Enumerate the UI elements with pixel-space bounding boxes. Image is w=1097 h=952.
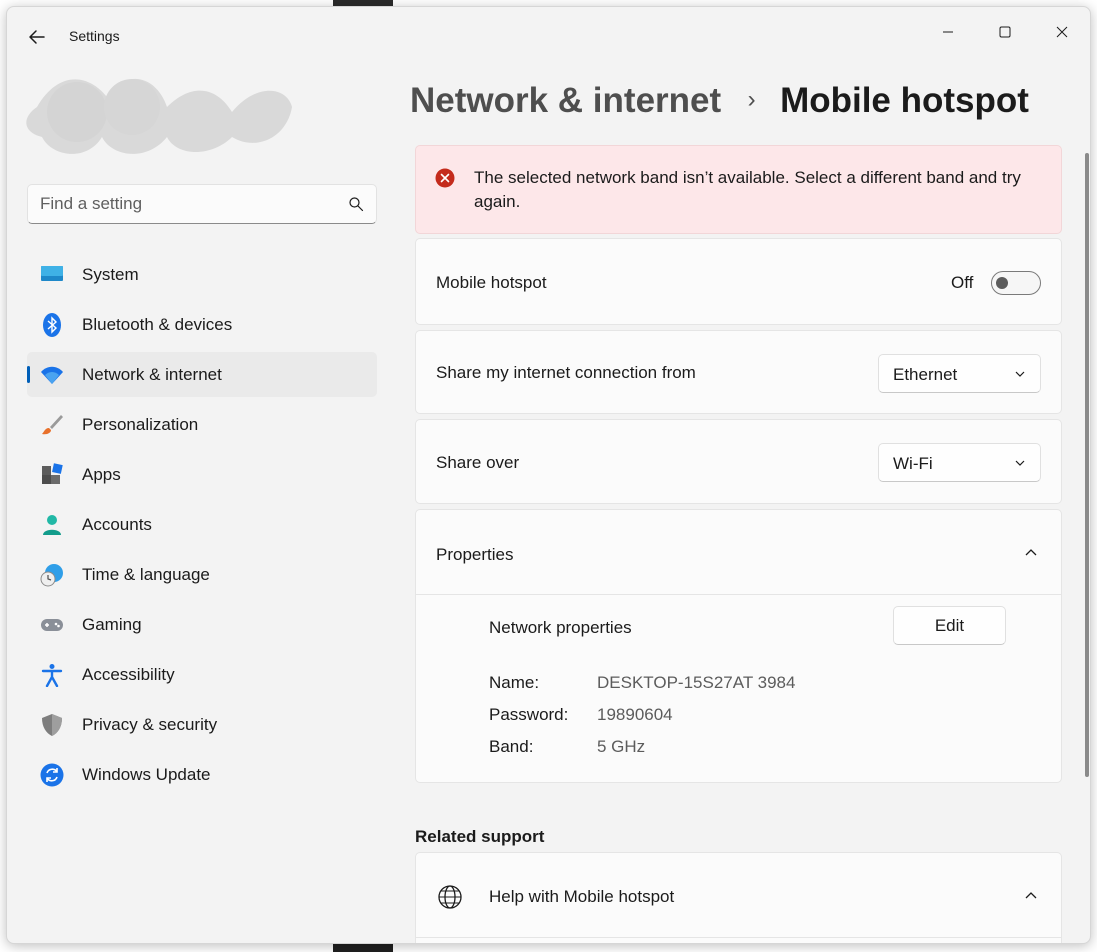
share-from-card: Share my internet connection from Ethern…: [415, 330, 1062, 414]
divider: [416, 937, 1061, 938]
password-value: 19890604: [597, 705, 673, 724]
sidebar-item-label: Personalization: [82, 415, 199, 434]
windows-update-icon: [40, 763, 64, 787]
globe-icon: [438, 885, 462, 909]
sidebar-item-label: Time & language: [82, 565, 210, 584]
redacted-profile: [26, 78, 293, 154]
name-key: Name:: [489, 673, 540, 692]
band-key: Band:: [489, 737, 534, 756]
sidebar-item-accessibility[interactable]: Accessibility: [27, 652, 377, 697]
breadcrumb-parent[interactable]: Network & internet: [410, 81, 721, 120]
chevron-down-icon: [1015, 371, 1025, 377]
properties-label: Properties: [436, 545, 514, 564]
brush-icon: [42, 415, 63, 435]
error-icon: [435, 168, 455, 188]
properties-card: Properties Network properties Edit Name:…: [415, 509, 1062, 783]
wifi-icon: [41, 366, 63, 384]
sidebar-item-label: Windows Update: [82, 765, 211, 784]
chevron-down-icon: [1015, 460, 1025, 466]
share-over-dropdown[interactable]: Wi-Fi: [878, 443, 1041, 482]
maximize-icon: [999, 26, 1011, 38]
sidebar-item-time-language[interactable]: Time & language: [27, 552, 377, 597]
network-properties-label: Network properties: [489, 618, 632, 637]
minimize-icon: [943, 31, 953, 33]
sidebar-item-privacy[interactable]: Privacy & security: [27, 702, 377, 747]
toggle-state-text: Off: [951, 273, 974, 292]
sidebar-item-label: Gaming: [82, 615, 142, 634]
share-from-label: Share my internet connection from: [436, 363, 696, 382]
search-box[interactable]: [27, 184, 377, 224]
name-value: DESKTOP-15S27AT 3984: [597, 673, 796, 692]
close-icon: [1056, 26, 1068, 38]
close-button[interactable]: [1039, 17, 1085, 49]
breadcrumb: Network & internet › Mobile hotspot: [410, 81, 1029, 121]
dropdown-value: Ethernet: [893, 365, 958, 384]
back-button[interactable]: [23, 23, 51, 51]
mobile-hotspot-card: Mobile hotspot Off: [415, 238, 1062, 325]
search-icon: [349, 197, 364, 212]
sidebar-item-windows-update[interactable]: Windows Update: [27, 752, 377, 797]
apps-icon: [42, 463, 63, 484]
edit-button[interactable]: Edit: [893, 606, 1006, 645]
error-infobar: The selected network band isn’t availabl…: [415, 145, 1062, 234]
error-message: The selected network band isn’t availabl…: [474, 168, 1021, 211]
minimize-button[interactable]: [925, 17, 971, 49]
chevron-up-icon[interactable]: [1024, 545, 1038, 559]
page-title: Mobile hotspot: [780, 81, 1029, 120]
sidebar-item-label: Privacy & security: [82, 715, 218, 734]
chevron-up-icon[interactable]: [1024, 888, 1038, 902]
bluetooth-icon: [43, 313, 61, 337]
accounts-icon: [43, 515, 61, 535]
system-icon: [41, 266, 63, 281]
band-value: 5 GHz: [597, 737, 646, 756]
sidebar-item-apps[interactable]: Apps: [27, 452, 377, 497]
shield-icon: [42, 714, 62, 736]
sidebar-item-label: Apps: [82, 465, 121, 484]
title-bar: Settings: [7, 7, 1090, 53]
search-input[interactable]: [40, 185, 330, 223]
back-arrow-icon: [29, 30, 45, 44]
password-key: Password:: [489, 705, 569, 724]
divider: [416, 594, 1061, 595]
share-over-label: Share over: [436, 453, 520, 472]
share-over-card: Share over Wi-Fi: [415, 419, 1062, 504]
settings-window: Settings System: [6, 6, 1091, 944]
sidebar-item-label: Accounts: [82, 515, 152, 534]
accessibility-icon: [41, 664, 63, 687]
sidebar-item-accounts[interactable]: Accounts: [27, 502, 377, 547]
sidebar-item-personalization[interactable]: Personalization: [27, 402, 377, 447]
app-title: Settings: [69, 28, 120, 44]
sidebar-item-system[interactable]: System: [27, 252, 377, 297]
mobile-hotspot-label: Mobile hotspot: [436, 273, 547, 292]
sidebar-item-gaming[interactable]: Gaming: [27, 602, 377, 647]
sidebar-nav: System Bluetooth & devices Network & int…: [27, 252, 377, 802]
breadcrumb-separator: ›: [747, 86, 756, 113]
dropdown-value: Wi-Fi: [893, 454, 933, 473]
time-language-icon: [40, 564, 63, 587]
sidebar-item-label: Bluetooth & devices: [82, 315, 233, 334]
sidebar-item-label: Network & internet: [82, 365, 222, 384]
maximize-button[interactable]: [982, 17, 1028, 49]
toggle-knob: [996, 277, 1008, 289]
help-label: Help with Mobile hotspot: [489, 887, 675, 906]
sidebar-item-label: Accessibility: [82, 665, 175, 684]
gamepad-icon: [41, 619, 63, 631]
sidebar-item-bluetooth[interactable]: Bluetooth & devices: [27, 302, 377, 347]
share-from-dropdown[interactable]: Ethernet: [878, 354, 1041, 393]
sidebar-item-network[interactable]: Network & internet: [27, 352, 377, 397]
related-support-heading: Related support: [415, 827, 545, 846]
help-card[interactable]: Help with Mobile hotspot: [415, 852, 1062, 943]
mobile-hotspot-toggle[interactable]: [991, 271, 1041, 295]
sidebar-item-label: System: [82, 265, 139, 284]
scrollbar[interactable]: [1085, 153, 1089, 777]
